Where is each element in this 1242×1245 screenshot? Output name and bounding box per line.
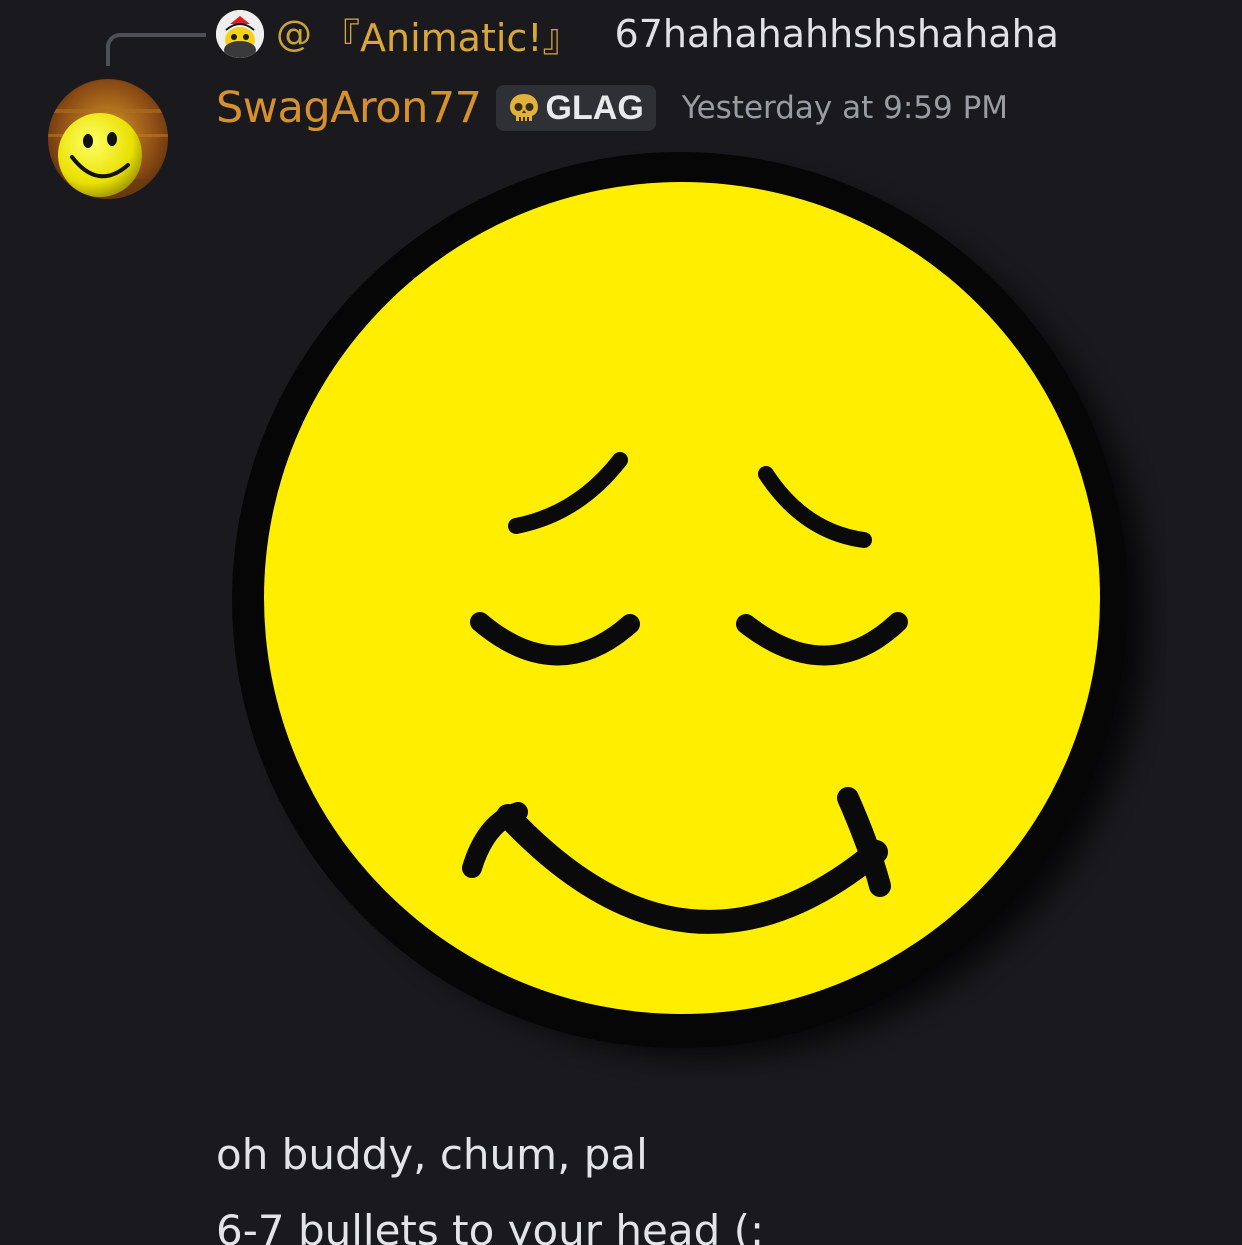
reply-preview-text[interactable]: 67hahahahhshshahaha [615, 12, 1059, 56]
image-attachment[interactable] [218, 148, 1166, 1084]
cartoon-character-avatar-icon [216, 10, 264, 58]
skull-icon [509, 94, 538, 121]
author-avatar[interactable] [48, 79, 168, 199]
reply-connector-line [106, 33, 206, 66]
server-tag-badge[interactable]: GLAG [495, 85, 656, 131]
message-text-line: oh buddy, chum, pal [216, 1130, 648, 1179]
message-header: SwagAron77 GLAG Yesterday at 9:59 PM [216, 80, 1008, 136]
message-text-line: 6-7 bullets to your head (: [216, 1206, 765, 1245]
reply-author-name[interactable]: 『Animatic!』 [322, 7, 581, 62]
reply-avatar[interactable] [216, 10, 264, 58]
reply-reference[interactable]: @ 『Animatic!』 67hahahahhshshahaha [216, 8, 1059, 60]
author-username[interactable]: SwagAron77 [216, 83, 482, 133]
mention-at-symbol: @ [276, 13, 312, 55]
message-timestamp[interactable]: Yesterday at 9:59 PM [682, 90, 1008, 126]
server-tag-label: GLAG [545, 88, 644, 127]
relieved-smiley-face-image [232, 152, 1146, 1056]
chat-message-view: @ 『Animatic!』 67hahahahhshshahaha SwagAr… [0, 0, 1242, 1245]
smiley-face-avatar [48, 79, 168, 199]
